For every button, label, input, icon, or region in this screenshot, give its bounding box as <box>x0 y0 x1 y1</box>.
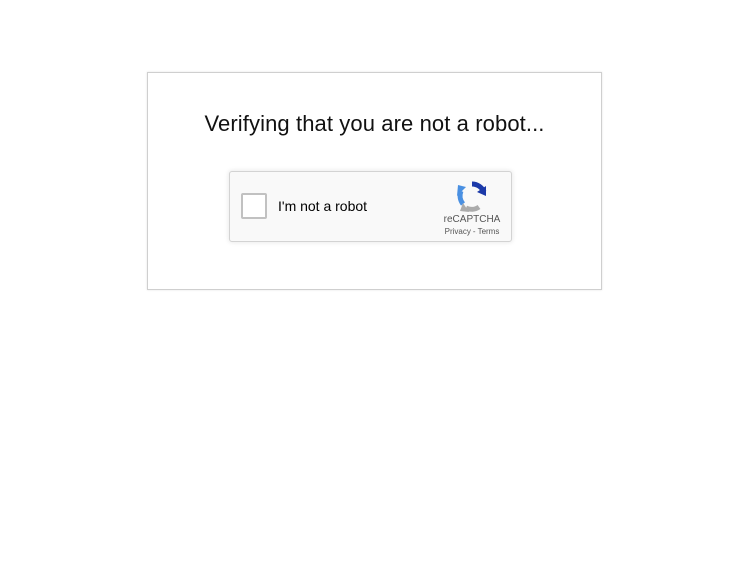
recaptcha-logo-icon <box>457 181 487 212</box>
verification-card: Verifying that you are not a robot... I'… <box>147 72 602 290</box>
recaptcha-links: Privacy - Terms <box>442 227 502 236</box>
recaptcha-brand-text: reCAPTCHA <box>443 214 501 225</box>
page-title: Verifying that you are not a robot... <box>204 111 545 136</box>
privacy-link[interactable]: Privacy <box>445 227 471 236</box>
not-a-robot-checkbox[interactable] <box>241 193 267 219</box>
links-separator: - <box>472 227 476 236</box>
recaptcha-branding: reCAPTCHA Privacy - Terms <box>442 181 502 236</box>
recaptcha-widget: I'm not a robot reCAPTCHA Privacy - Terms <box>229 171 512 242</box>
checkbox-label[interactable]: I'm not a robot <box>278 198 367 214</box>
terms-link[interactable]: Terms <box>478 227 500 236</box>
